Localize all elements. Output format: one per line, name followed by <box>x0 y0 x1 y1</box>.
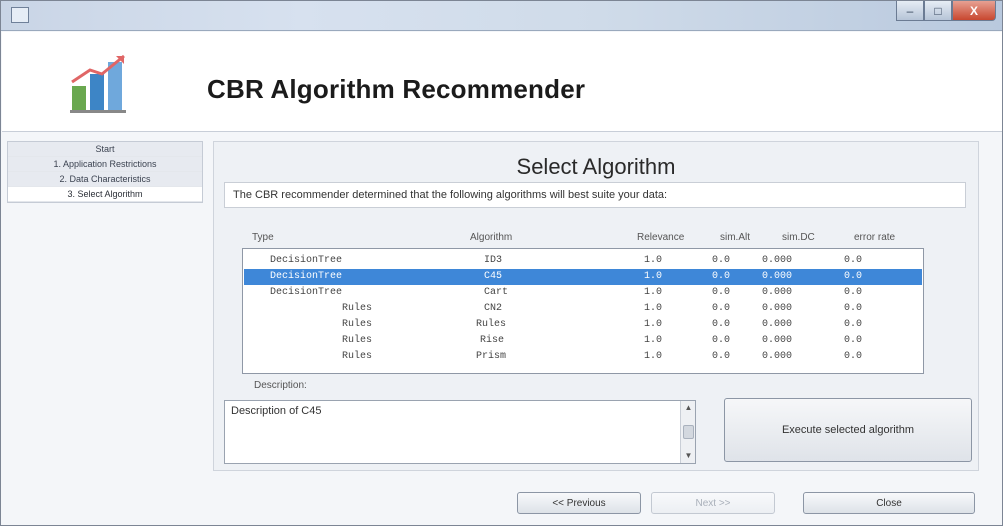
description-scrollbar[interactable]: ▲ ▼ <box>680 401 695 463</box>
intro-text: The CBR recommender determined that the … <box>224 182 966 208</box>
cell-sim-alt: 0.0 <box>712 319 731 330</box>
close-window-button[interactable]: X <box>952 1 996 21</box>
bar-chart-logo-icon <box>70 54 126 113</box>
cell-algorithm: ID3 <box>484 255 503 266</box>
table-row[interactable]: Rules CN2 1.0 0.0 0.000 0.0 <box>244 301 922 317</box>
table-row[interactable]: DecisionTree ID3 1.0 0.0 0.000 0.0 <box>244 253 922 269</box>
description-label: Description: <box>254 380 307 391</box>
column-header-sim-alt[interactable]: sim.Alt <box>720 232 750 243</box>
scroll-up-icon[interactable]: ▲ <box>683 403 694 413</box>
cell-sim-alt: 0.0 <box>712 351 731 362</box>
table-row[interactable]: Rules Rules 1.0 0.0 0.000 0.0 <box>244 317 922 333</box>
app-header: CBR Algorithm Recommender <box>2 32 1002 132</box>
scroll-down-icon[interactable]: ▼ <box>683 451 694 461</box>
step-data-characteristics[interactable]: 2. Data Characteristics <box>8 172 202 187</box>
title-bar[interactable]: – □ X <box>1 1 1002 31</box>
cell-relevance: 1.0 <box>644 303 663 314</box>
cell-type: DecisionTree <box>270 287 343 298</box>
cell-algorithm: Rules <box>476 319 507 330</box>
cell-sim-dc: 0.000 <box>762 287 793 298</box>
cell-algorithm: C45 <box>484 271 503 282</box>
application-window: – □ X CBR Algorithm Recommender Start 1.… <box>0 0 1003 526</box>
execute-algorithm-button[interactable]: Execute selected algorithm <box>724 398 972 462</box>
cell-relevance: 1.0 <box>644 335 663 346</box>
cell-sim-dc: 0.000 <box>762 351 793 362</box>
maximize-button[interactable]: □ <box>924 1 952 21</box>
previous-button[interactable]: << Previous <box>517 492 641 514</box>
cell-error-rate: 0.0 <box>844 319 863 330</box>
cell-type: DecisionTree <box>270 255 343 266</box>
description-textarea[interactable]: Description of C45 <box>224 400 696 464</box>
cell-sim-alt: 0.0 <box>712 271 731 282</box>
cell-error-rate: 0.0 <box>844 255 863 266</box>
cell-algorithm: Rise <box>480 335 505 346</box>
app-title: CBR Algorithm Recommender <box>207 74 586 104</box>
panel-title: Select Algorithm <box>516 154 676 179</box>
cell-sim-dc: 0.000 <box>762 335 793 346</box>
cell-type: Rules <box>342 303 373 314</box>
cell-error-rate: 0.0 <box>844 335 863 346</box>
cell-algorithm: CN2 <box>484 303 503 314</box>
wizard-steps-list: Start 1. Application Restrictions 2. Dat… <box>7 141 203 203</box>
minimize-button[interactable]: – <box>896 1 924 21</box>
cell-relevance: 1.0 <box>644 271 663 282</box>
scroll-thumb[interactable] <box>683 425 694 439</box>
cell-relevance: 1.0 <box>644 287 663 298</box>
column-header-relevance[interactable]: Relevance <box>637 232 684 243</box>
cell-error-rate: 0.0 <box>844 351 863 362</box>
cell-error-rate: 0.0 <box>844 287 863 298</box>
table-row[interactable]: Rules Rise 1.0 0.0 0.000 0.0 <box>244 333 922 349</box>
column-header-type[interactable]: Type <box>252 232 274 243</box>
step-start[interactable]: Start <box>8 142 202 157</box>
cell-relevance: 1.0 <box>644 255 663 266</box>
table-row-selected[interactable]: DecisionTree C45 1.0 0.0 0.000 0.0 <box>244 269 922 285</box>
cell-sim-dc: 0.000 <box>762 303 793 314</box>
cell-error-rate: 0.0 <box>844 303 863 314</box>
table-row[interactable]: Rules Prism 1.0 0.0 0.000 0.0 <box>244 349 922 365</box>
cell-sim-dc: 0.000 <box>762 271 793 282</box>
cell-sim-alt: 0.0 <box>712 335 731 346</box>
window-controls: – □ X <box>896 1 996 23</box>
step-select-algorithm[interactable]: 3. Select Algorithm <box>8 187 202 202</box>
column-header-error-rate[interactable]: error rate <box>854 232 895 243</box>
cell-algorithm: Cart <box>484 287 509 298</box>
close-button[interactable]: Close <box>803 492 975 514</box>
table-row[interactable]: DecisionTree Cart 1.0 0.0 0.000 0.0 <box>244 285 922 301</box>
cell-sim-dc: 0.000 <box>762 319 793 330</box>
column-header-algorithm[interactable]: Algorithm <box>470 232 512 243</box>
column-header-sim-dc[interactable]: sim.DC <box>782 232 815 243</box>
cell-relevance: 1.0 <box>644 351 663 362</box>
window-app-icon[interactable] <box>11 7 29 23</box>
cell-algorithm: Prism <box>476 351 507 362</box>
cell-error-rate: 0.0 <box>844 271 863 282</box>
cell-type: DecisionTree <box>270 271 343 282</box>
cell-type: Rules <box>342 335 373 346</box>
cell-type: Rules <box>342 319 373 330</box>
table-header: Type Algorithm Relevance sim.Alt sim.DC … <box>242 232 942 246</box>
step-application-restrictions[interactable]: 1. Application Restrictions <box>8 157 202 172</box>
algorithm-table[interactable]: DecisionTree ID3 1.0 0.0 0.000 0.0 Decis… <box>242 248 924 374</box>
cell-sim-alt: 0.0 <box>712 303 731 314</box>
next-button[interactable]: Next >> <box>651 492 775 514</box>
cell-type: Rules <box>342 351 373 362</box>
select-algorithm-panel: Select Algorithm The CBR recommender det… <box>213 141 979 471</box>
cell-sim-alt: 0.0 <box>712 287 731 298</box>
cell-sim-alt: 0.0 <box>712 255 731 266</box>
cell-relevance: 1.0 <box>644 319 663 330</box>
cell-sim-dc: 0.000 <box>762 255 793 266</box>
